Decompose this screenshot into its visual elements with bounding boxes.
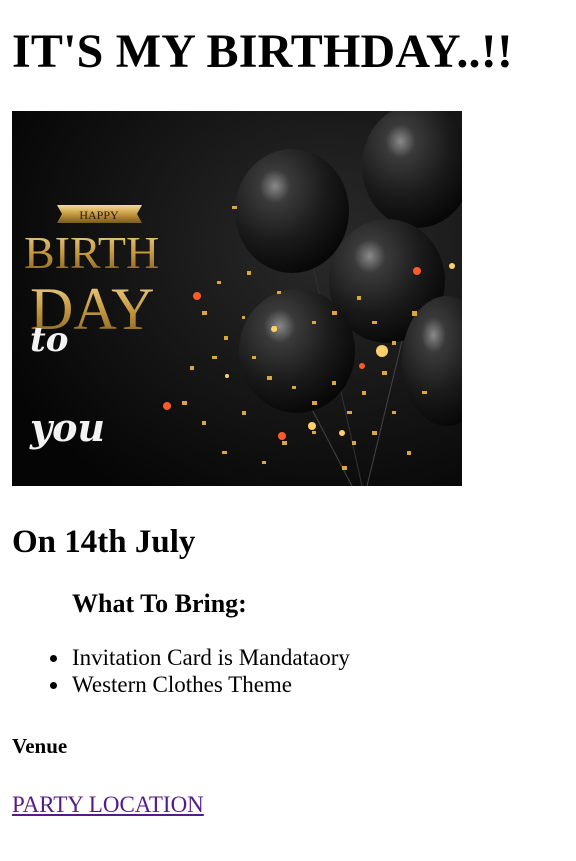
venue-heading: Venue [12, 734, 68, 758]
birth-text: BIRTH [24, 227, 159, 278]
page-title: IT'S MY BIRTHDAY..!! [12, 25, 514, 78]
list-item: Invitation Card is Mandataory [50, 644, 564, 671]
list-item: Western Clothes Theme [50, 671, 564, 698]
you-text: you [29, 405, 105, 450]
bullet-icon [50, 682, 57, 689]
party-location-link[interactable]: PARTY LOCATION [12, 792, 204, 818]
list-item-text: Western Clothes Theme [72, 672, 293, 697]
list-item-text: Invitation Card is Mandataory [72, 645, 350, 670]
bullet-icon [50, 655, 57, 662]
page: IT'S MY BIRTHDAY..!! HAPPY BIRTH DAY to … [0, 26, 576, 818]
birthday-banner-image: HAPPY BIRTH DAY to you [12, 111, 462, 486]
happy-text: HAPPY [79, 208, 119, 222]
to-text: to [30, 320, 68, 360]
what-to-bring-heading: What To Bring: [72, 589, 247, 618]
date-heading: On 14th July [12, 524, 196, 560]
what-to-bring-section: What To Bring: Invitation Card is Mandat… [50, 589, 564, 698]
bring-list: Invitation Card is Mandataory Western Cl… [50, 644, 564, 698]
